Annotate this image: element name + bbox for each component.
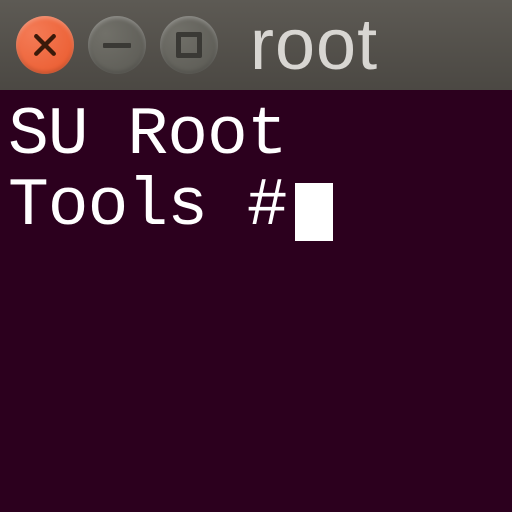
terminal-output: SU Root Tools # (8, 100, 504, 245)
minimize-icon (103, 43, 131, 48)
maximize-icon (176, 32, 202, 58)
cursor-block (295, 183, 333, 241)
close-icon (30, 30, 60, 60)
maximize-button[interactable] (160, 16, 218, 74)
close-button[interactable] (16, 16, 74, 74)
terminal-body[interactable]: SU Root Tools # (0, 90, 512, 512)
titlebar: root (0, 0, 512, 90)
window-title: root (250, 4, 378, 86)
terminal-prompt: Tools # (8, 168, 287, 245)
minimize-button[interactable] (88, 16, 146, 74)
terminal-line-1: SU Root (8, 97, 287, 174)
